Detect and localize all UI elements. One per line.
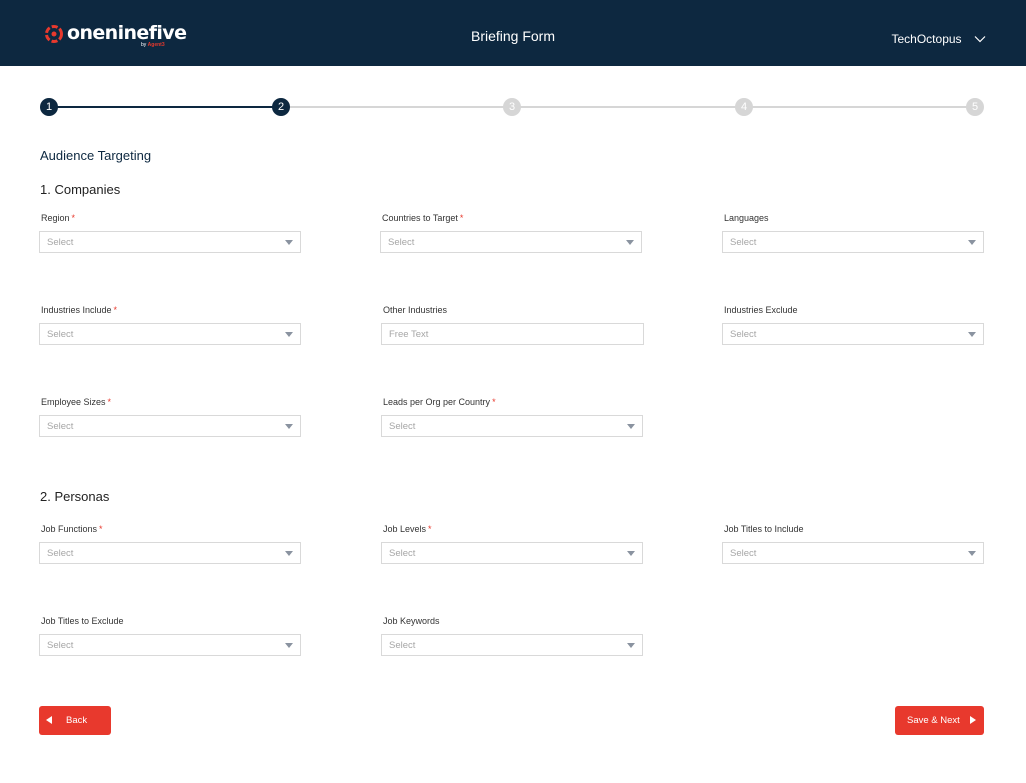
step-1[interactable]: 1 <box>40 98 58 116</box>
required-marker: * <box>99 524 103 534</box>
industries-include-select[interactable]: Select <box>39 323 301 345</box>
job-titles-include-select-value: Select <box>730 548 757 559</box>
employee-sizes-label-text: Employee Sizes <box>41 397 106 407</box>
job-titles-include-select[interactable]: Select <box>722 542 984 564</box>
job-keywords-select[interactable]: Select <box>381 634 643 656</box>
save-and-next-button[interactable]: Save & Next <box>895 706 984 735</box>
required-marker: * <box>71 213 76 223</box>
required-marker: * <box>428 524 432 534</box>
caret-left-icon <box>46 716 52 724</box>
caret-down-icon <box>285 643 293 648</box>
countries-select[interactable]: Select <box>380 231 642 253</box>
caret-down-icon <box>626 240 634 245</box>
page-title: Briefing Form <box>470 28 556 44</box>
industries-exclude-select[interactable]: Select <box>722 323 984 345</box>
caret-down-icon <box>285 424 293 429</box>
caret-down-icon <box>285 551 293 556</box>
back-button[interactable]: Back <box>39 706 111 735</box>
job-titles-exclude-select-value: Select <box>47 640 74 651</box>
other-industries-input[interactable] <box>381 323 644 345</box>
caret-down-icon <box>627 424 635 429</box>
languages-select[interactable]: Select <box>722 231 984 253</box>
required-marker: * <box>459 213 464 223</box>
caret-down-icon <box>285 240 293 245</box>
step-4[interactable]: 4 <box>735 98 753 116</box>
leads-per-org-select[interactable]: Select <box>381 415 643 437</box>
industries-exclude-label: Industries Exclude <box>724 305 798 315</box>
caret-down-icon <box>968 332 976 337</box>
job-keywords-label: Job Keywords <box>383 616 440 626</box>
region-label: Region * <box>41 213 75 223</box>
industries-include-label-text: Industries Include <box>41 305 112 315</box>
region-select[interactable]: Select <box>39 231 301 253</box>
caret-down-icon <box>627 643 635 648</box>
save-and-next-button-label: Save & Next <box>907 715 960 726</box>
top-bar: oneninefive by Agent3 Briefing Form Tech… <box>0 0 1026 66</box>
companies-heading: 1. Companies <box>40 182 121 197</box>
section-title: Audience Targeting <box>40 148 152 163</box>
caret-down-icon <box>285 332 293 337</box>
countries-label-text: Countries to Target <box>382 213 458 223</box>
industries-include-select-value: Select <box>47 329 74 340</box>
industries-exclude-select-value: Select <box>730 329 757 340</box>
required-marker: * <box>107 397 112 407</box>
region-select-value: Select <box>47 237 74 248</box>
stepper-line-completed <box>49 106 281 108</box>
chevron-down-icon <box>974 35 986 43</box>
step-5[interactable]: 5 <box>966 98 984 116</box>
leads-per-org-select-value: Select <box>389 421 416 432</box>
countries-select-value: Select <box>388 237 415 248</box>
region-label-text: Region <box>41 213 70 223</box>
other-industries-label: Other Industries <box>383 305 448 315</box>
progress-stepper: 1 2 3 4 5 <box>40 98 984 116</box>
job-titles-include-label: Job Titles to Include <box>724 524 804 534</box>
job-functions-label-text: Job Functions <box>41 524 98 534</box>
countries-label: Countries to Target * <box>382 213 463 223</box>
caret-down-icon <box>627 551 635 556</box>
user-menu[interactable]: TechOctopus <box>892 30 987 46</box>
job-functions-select[interactable]: Select <box>39 542 301 564</box>
job-keywords-select-value: Select <box>389 640 416 651</box>
job-levels-select[interactable]: Select <box>381 542 643 564</box>
personas-heading: 2. Personas <box>40 489 110 504</box>
job-functions-select-value: Select <box>47 548 74 559</box>
step-2[interactable]: 2 <box>272 98 290 116</box>
languages-label: Languages <box>724 213 769 223</box>
step-3[interactable]: 3 <box>503 98 521 116</box>
required-marker: * <box>113 305 118 315</box>
job-levels-select-value: Select <box>389 548 416 559</box>
leads-per-org-label-text: Leads per Org per Country <box>383 397 491 407</box>
languages-select-value: Select <box>730 237 757 248</box>
industries-include-label: Industries Include * <box>41 305 117 315</box>
leads-per-org-label: Leads per Org per Country * <box>383 397 496 407</box>
required-marker: * <box>492 397 496 407</box>
caret-down-icon <box>968 551 976 556</box>
job-levels-label: Job Levels * <box>383 524 432 534</box>
job-titles-exclude-select[interactable]: Select <box>39 634 301 656</box>
job-titles-exclude-label: Job Titles to Exclude <box>41 616 124 626</box>
employee-sizes-select[interactable]: Select <box>39 415 301 437</box>
employee-sizes-label: Employee Sizes * <box>41 397 111 407</box>
job-levels-label-text: Job Levels <box>383 524 427 534</box>
stepper-line-remaining <box>281 106 975 108</box>
caret-down-icon <box>968 240 976 245</box>
job-functions-label: Job Functions * <box>41 524 103 534</box>
employee-sizes-select-value: Select <box>47 421 74 432</box>
back-button-label: Back <box>66 715 88 726</box>
caret-right-icon <box>970 716 976 724</box>
user-name: TechOctopus <box>891 31 962 46</box>
